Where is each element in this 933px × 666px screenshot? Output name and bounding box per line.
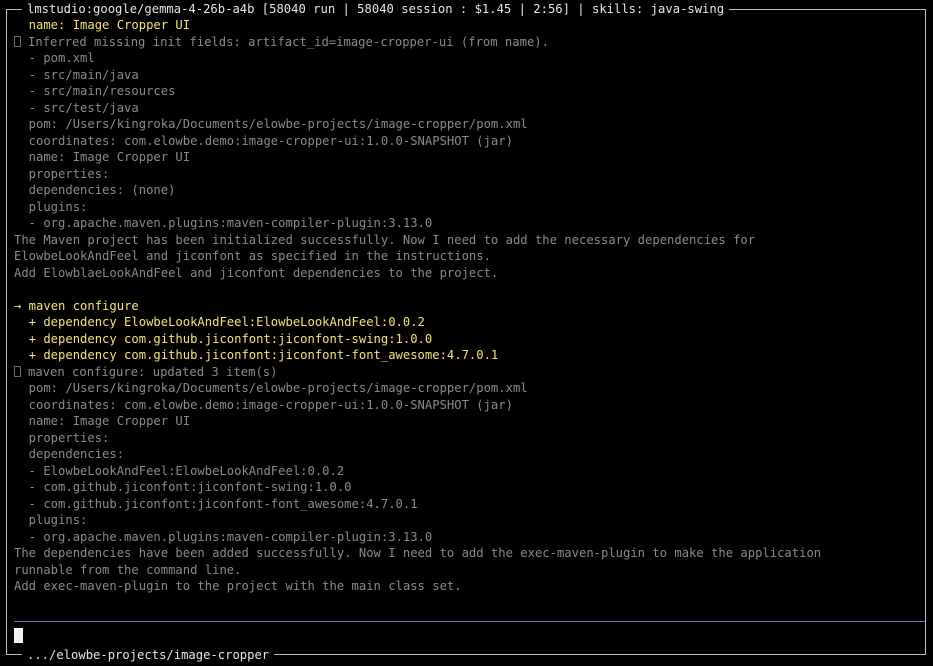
log-line: Add ElowblaeLookAndFeel and jiconfont de…: [14, 265, 499, 280]
log-text: Inferred missing init fields: artifact_i…: [28, 34, 549, 49]
log-line: name: Image Cropper UI: [14, 150, 191, 164]
log-line: coordinates: com.elowbe.demo:image-cropp…: [14, 397, 513, 412]
log-line: - ElowbeLookAndFeel:ElowbeLookAndFeel:0.…: [14, 463, 345, 478]
log-text: maven configure: [21, 298, 139, 313]
log-line: - org.apache.maven.plugins:maven-compile…: [14, 529, 433, 544]
log-line: properties:: [14, 166, 110, 181]
log-line: Add exec-maven-plugin to the project wit…: [14, 579, 462, 593]
log-line: - src/test/java: [14, 100, 139, 115]
log-line: name: Image Cropper UI: [14, 414, 191, 428]
log-line: - src/main/resources: [14, 84, 176, 98]
log-line: - com.github.jiconfont:jiconfont-swing:1…: [14, 480, 352, 494]
log-line: + dependency com.github.jiconfont:jiconf…: [14, 348, 499, 362]
session-log: name: Image Cropper UI Inferred missing …: [14, 17, 919, 595]
log-text: maven configure: updated 3 item(s): [28, 364, 278, 379]
input-divider: [14, 621, 925, 622]
log-line: The Maven project has been initialized s…: [14, 232, 756, 247]
log-line: properties:: [14, 430, 110, 445]
log-line: Inferred missing init fields: artifact_i…: [14, 34, 919, 51]
log-line: ElowbeLookAndFeel and jiconfont as speci…: [14, 249, 491, 263]
log-line: - org.apache.maven.plugins:maven-compile…: [14, 216, 433, 230]
log-line: → maven configure: [14, 298, 919, 315]
log-line: pom: /Users/kingroka/Documents/elowbe-pr…: [14, 381, 528, 395]
log-line: plugins:: [14, 513, 88, 527]
log-line: runnable from the command line.: [14, 562, 242, 577]
log-line: + dependency ElowbeLookAndFeel:ElowbeLoo…: [14, 315, 425, 329]
log-line: - pom.xml: [14, 51, 95, 65]
log-line: The dependencies have been added success…: [14, 546, 822, 560]
log-line: dependencies: (none): [14, 183, 176, 197]
log-line: maven configure: updated 3 item(s): [14, 364, 919, 381]
log-line: plugins:: [14, 199, 88, 214]
log-line: name: Image Cropper UI: [14, 18, 191, 32]
log-line: - com.github.jiconfont:jiconfont-font_aw…: [14, 496, 418, 511]
working-directory-path: .../elowbe-projects/image-cropper: [22, 647, 275, 663]
prompt-input-cursor[interactable]: [14, 628, 23, 643]
log-line: pom: /Users/kingroka/Documents/elowbe-pr…: [14, 117, 528, 131]
status-box-icon: [14, 365, 21, 377]
log-line: dependencies:: [14, 447, 125, 461]
log-line: + dependency com.github.jiconfont:jiconf…: [14, 331, 433, 346]
log-line: coordinates: com.elowbe.demo:image-cropp…: [14, 133, 513, 148]
status-box-icon: [14, 35, 21, 47]
session-title: lmstudio:google/gemma-4-26b-a4b [58040 r…: [22, 1, 730, 17]
log-line: - src/main/java: [14, 67, 139, 82]
